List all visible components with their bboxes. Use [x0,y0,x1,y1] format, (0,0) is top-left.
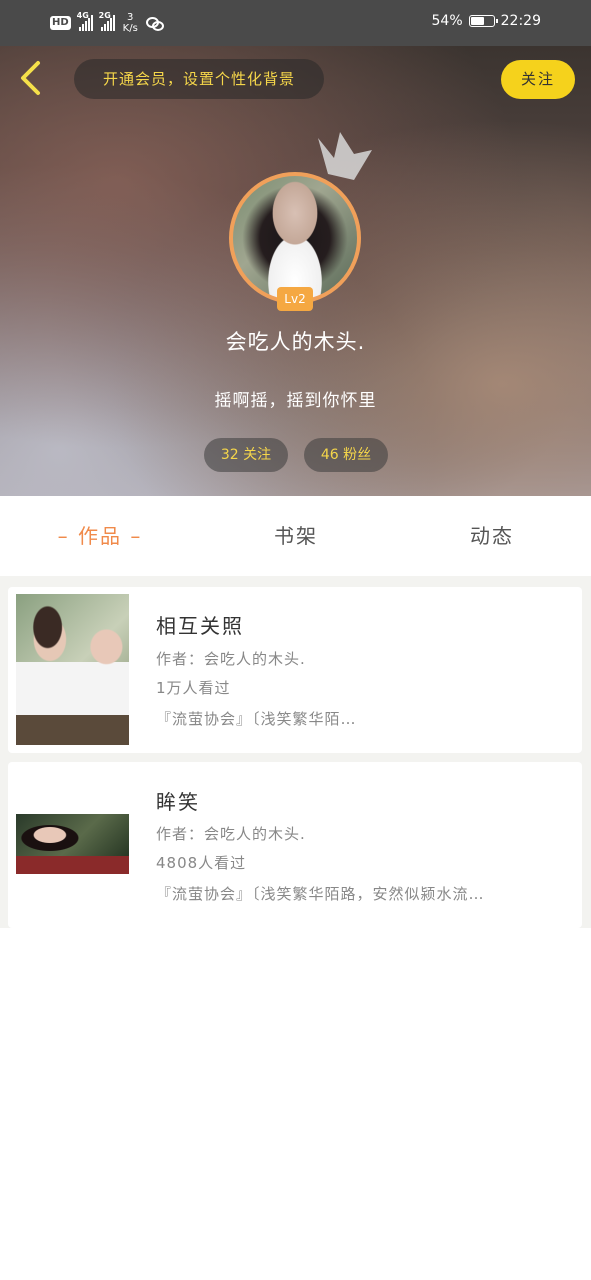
profile-tabs: – 作品 – 书架 动态 [0,496,591,576]
avatar[interactable] [229,172,361,304]
fans-count[interactable]: 46 粉丝 [304,438,388,472]
network-speed: 3 K/s [123,12,138,34]
work-author: 作者：会吃人的木头. [156,825,306,843]
work-cover-image [16,814,129,874]
tab-works[interactable]: – 作品 – [40,496,160,576]
network-speed-unit: K/s [122,23,138,34]
work-author: 作者：会吃人的木头. [156,650,306,668]
work-views: 4808人看过 [156,854,247,872]
tab-activity[interactable]: 动态 [432,496,552,576]
battery-icon [468,15,498,27]
profile-header: 开通会员，设置个性化背景 关注 Lv2 会吃人的木头. 摇啊摇，摇到你怀里 32… [0,46,591,496]
signal-icon-sim1: 4G [77,11,93,31]
vip-background-prompt[interactable]: 开通会员，设置个性化背景 [74,59,324,99]
work-title: 眸笑 [156,790,200,814]
work-title: 相互关照 [156,614,244,638]
following-count[interactable]: 32 关注 [204,438,288,472]
list-item[interactable]: 相互关照 作者：会吃人的木头. 1万人看过 『流萤协会』〔浅笑繁华陌… [8,587,582,753]
signal-icon-sim2: 2G [99,11,115,31]
battery-percent: 54% [431,13,463,29]
clock: 22:29 [500,13,541,29]
wechat-icon [145,16,164,31]
network-speed-value: 3 [127,12,134,23]
battery-fill [470,17,484,25]
avatar-image [229,172,361,304]
follow-button[interactable]: 关注 [501,60,575,99]
sim1-label: 4G [76,11,89,20]
nickname: 会吃人的木头. [225,330,366,354]
work-excerpt: 『流萤协会』〔浅笑繁华陌… [156,710,357,728]
signature: 摇啊摇，摇到你怀里 [214,391,377,411]
work-excerpt: 『流萤协会』〔浅笑繁华陌路，安然似颍水流… [156,885,485,903]
list-item[interactable]: 眸笑 作者：会吃人的木头. 4808人看过 『流萤协会』〔浅笑繁华陌路，安然似颍… [8,762,582,928]
work-views: 1万人看过 [156,679,231,697]
back-arrow-icon[interactable] [18,60,44,96]
sim2-label: 2G [98,11,111,20]
level-badge: Lv2 [277,287,313,311]
status-bar: HD 4G 2G 3 K/s 54% 22:29 [0,0,591,46]
tab-bookshelf[interactable]: 书架 [236,496,356,576]
hd-icon: HD [50,16,71,30]
work-cover-image [16,594,129,745]
